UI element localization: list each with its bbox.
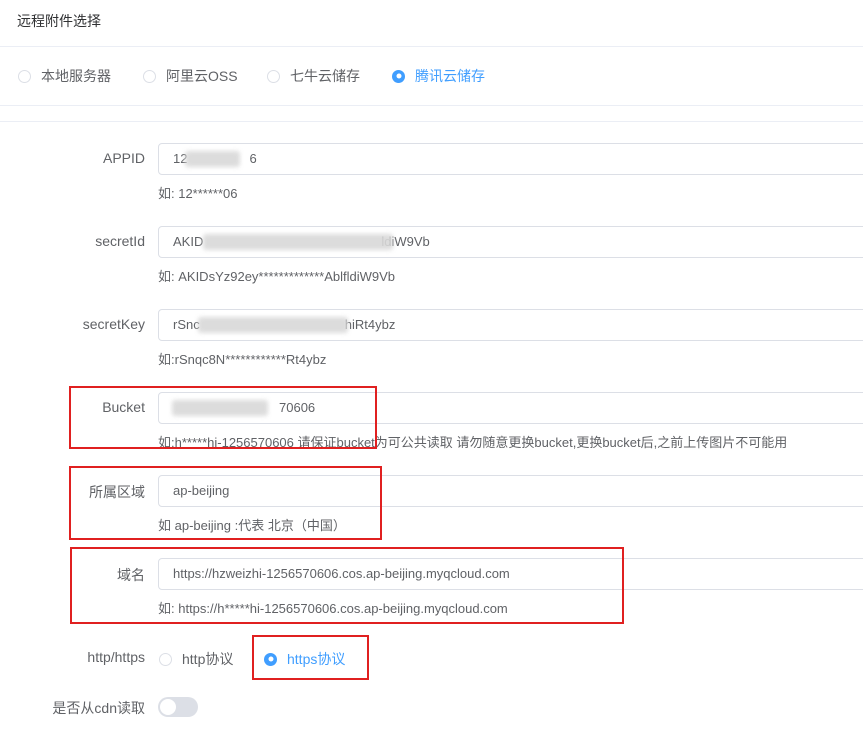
highlight-box-bucket xyxy=(69,386,377,449)
secretid-hint: 如: AKIDsYz92ey*************AblfldiW9Vb xyxy=(158,269,396,284)
divider xyxy=(0,46,863,47)
secretkey-value-start: rSnc xyxy=(173,317,200,332)
radio-qiniu-storage[interactable]: 七牛云储存 xyxy=(267,66,360,86)
appid-label: APPID xyxy=(102,150,145,166)
radio-indicator xyxy=(392,69,405,83)
highlight-box-domain xyxy=(70,547,624,624)
radio-indicator xyxy=(143,69,156,83)
secretid-label: secretId xyxy=(95,233,145,249)
radio-label: 七牛云储存 xyxy=(290,68,360,84)
radio-label: http协议 xyxy=(182,651,234,667)
protocol-label: http/https xyxy=(87,649,145,665)
radio-indicator xyxy=(159,652,172,666)
highlight-box-region xyxy=(69,466,382,540)
radio-tencent-storage[interactable]: 腾讯云储存 xyxy=(392,66,485,86)
radio-label: 腾讯云储存 xyxy=(415,68,485,84)
cdn-label: 是否从cdn读取 xyxy=(52,700,145,716)
highlight-box-https xyxy=(252,635,369,680)
appid-hint: 如: 12******06 xyxy=(158,186,238,201)
secretkey-hint: 如:rSnqc8N************Rt4ybz xyxy=(158,352,327,367)
redaction-blur xyxy=(198,317,348,333)
appid-value-end: 6 xyxy=(249,151,257,166)
secretid-value-start: AKID xyxy=(173,234,204,249)
page-header-title: 远程附件选择 xyxy=(17,13,101,29)
divider xyxy=(0,121,863,122)
radio-label: 阿里云OSS xyxy=(166,68,238,84)
radio-local-server[interactable]: 本地服务器 xyxy=(18,66,111,86)
secretkey-label: secretKey xyxy=(82,316,145,332)
radio-http[interactable]: http协议 xyxy=(159,649,233,669)
appid-input[interactable]: 12 6 xyxy=(158,143,863,175)
redaction-blur xyxy=(203,234,393,250)
divider xyxy=(0,105,863,106)
radio-label: 本地服务器 xyxy=(41,68,111,84)
toggle-knob xyxy=(160,699,176,715)
radio-indicator xyxy=(18,69,31,83)
redaction-blur xyxy=(185,151,240,167)
cdn-toggle[interactable] xyxy=(158,697,198,717)
radio-aliyun-oss[interactable]: 阿里云OSS xyxy=(143,66,238,86)
radio-indicator xyxy=(267,69,280,83)
secretkey-value-end: hiRt4ybz xyxy=(344,317,396,332)
